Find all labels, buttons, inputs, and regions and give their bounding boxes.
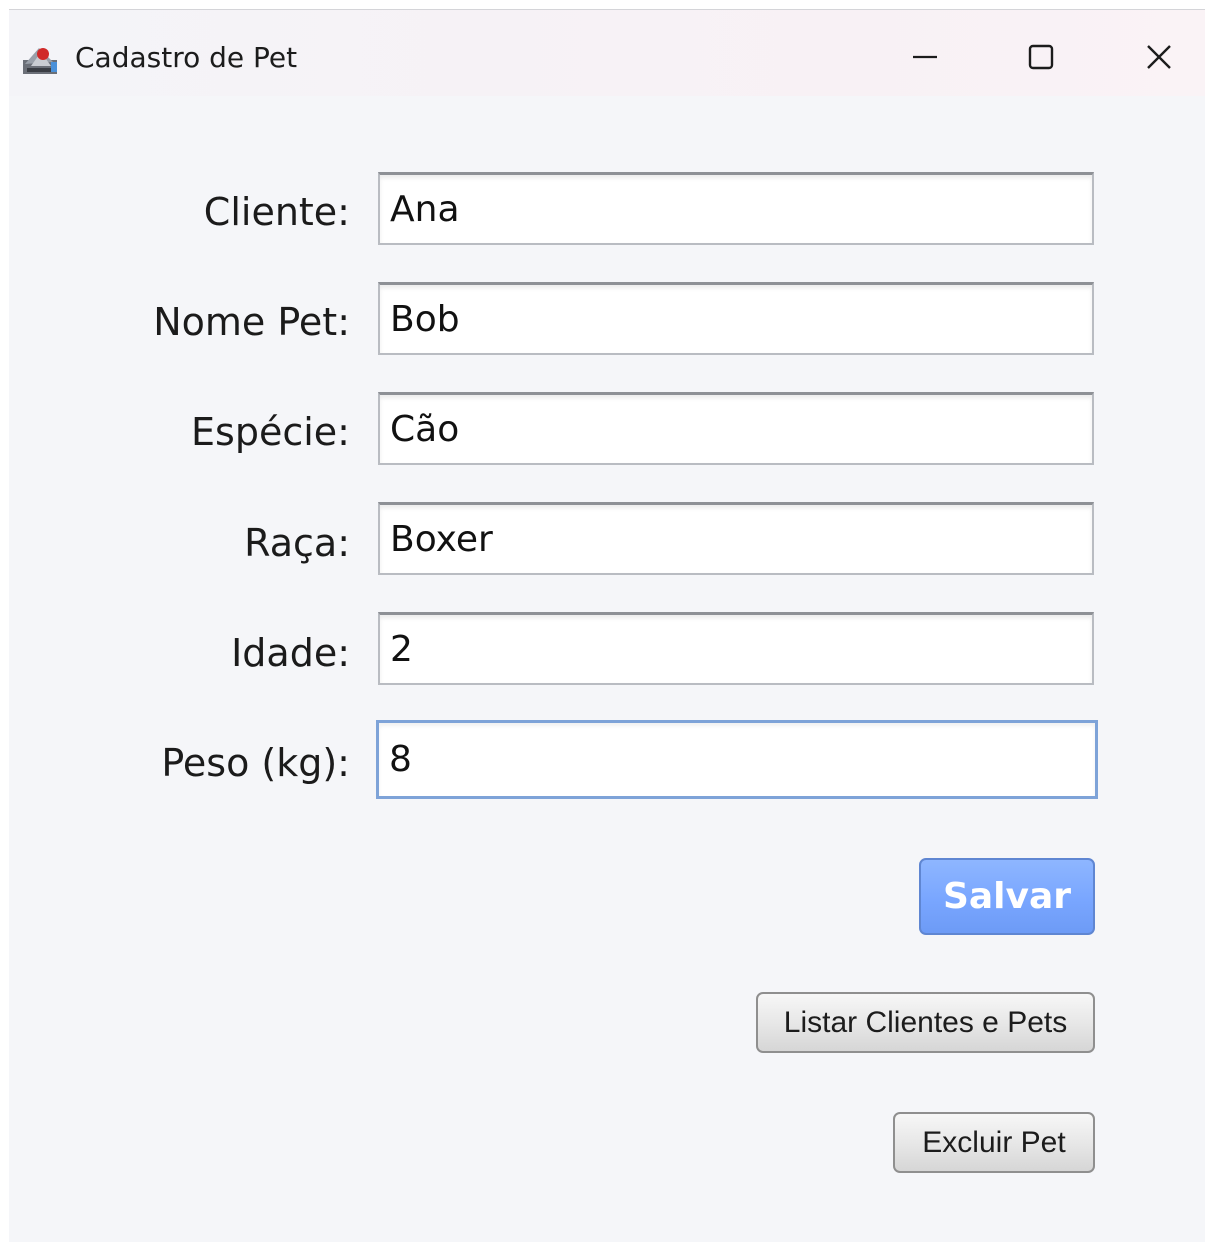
maximize-icon[interactable] — [1011, 28, 1071, 86]
delete-pet-button[interactable]: Excluir Pet — [893, 1112, 1095, 1173]
save-button[interactable]: Salvar — [919, 858, 1095, 935]
nome-pet-label: Nome Pet: — [153, 300, 350, 344]
nome-pet-field[interactable] — [378, 282, 1094, 355]
especie-label: Espécie: — [191, 410, 350, 454]
title-bar[interactable]: Cadastro de Pet — [9, 10, 1205, 96]
cliente-field[interactable] — [378, 172, 1094, 245]
raca-label: Raça: — [244, 521, 350, 565]
list-clients-pets-button[interactable]: Listar Clientes e Pets — [756, 992, 1095, 1053]
idade-label: Idade: — [231, 631, 350, 675]
minimize-icon[interactable] — [895, 28, 955, 86]
raca-field[interactable] — [378, 502, 1094, 575]
close-icon[interactable] — [1129, 28, 1189, 86]
peso-label: Peso (kg): — [161, 741, 350, 785]
java-app-icon — [21, 38, 61, 78]
peso-field[interactable] — [376, 720, 1098, 799]
especie-field[interactable] — [378, 392, 1094, 465]
idade-field[interactable] — [378, 612, 1094, 685]
cliente-label: Cliente: — [203, 190, 350, 234]
app-window: Cadastro de Pet Cliente: Nome Pet: Espéc… — [9, 9, 1205, 1242]
window-title: Cadastro de Pet — [75, 41, 298, 74]
